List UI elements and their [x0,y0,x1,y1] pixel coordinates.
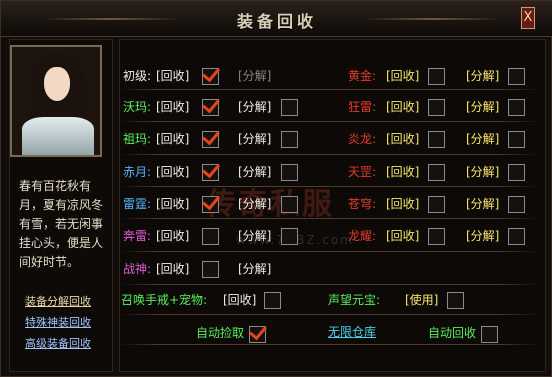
decompose-checkbox[interactable] [281,131,298,148]
recycle-action[interactable]: [回收] [386,195,419,212]
recycle-action[interactable]: [回收] [156,195,189,212]
recycle-checkbox[interactable] [428,68,445,85]
row-divider [119,344,539,345]
decompose-checkbox[interactable] [508,131,525,148]
unlimited-warehouse-link[interactable]: 无限仓库 [328,323,376,340]
category-label: 黄金: [348,69,377,83]
recycle-action[interactable]: [回收] [156,163,189,180]
recycle-window: 装备回收 X 春有百花秋有月，夏有凉风冬有雪，若无闲事挂心头，便是人间好时节。 … [0,0,552,377]
decompose-action[interactable]: [分解] [238,260,271,277]
auto-recycle-label: 自动回收 [428,326,477,340]
portrait-face [44,67,70,101]
recycle-action[interactable]: [回收] [156,130,189,147]
decompose-checkbox[interactable] [508,196,525,213]
recycle-checkbox[interactable] [202,228,219,245]
recycle-checkbox[interactable] [428,99,445,116]
recycle-checkbox[interactable] [202,261,219,278]
category-label: 天罡: [348,165,377,179]
decompose-checkbox[interactable] [508,164,525,181]
row-divider [119,218,539,219]
window-title: 装备回收 [236,12,317,31]
decompose-action[interactable]: [分解] [466,163,499,180]
prestige-label: 声望元宝: [328,293,381,307]
link-advanced-recycle[interactable]: 高级装备回收 [25,335,91,351]
recycle-action[interactable]: [回收] [386,227,419,244]
recycle-checkbox[interactable] [428,196,445,213]
auto-recycle-checkbox[interactable] [481,326,498,343]
row-divider [119,121,539,122]
decompose-action[interactable]: [分解] [466,67,499,84]
decompose-action[interactable]: [分解] [238,195,271,212]
title-bar[interactable]: 装备回收 X [1,1,552,37]
recycle-action[interactable]: [回收] [386,163,419,180]
recycle-action[interactable]: [回收] [386,67,419,84]
recycle-checkbox[interactable] [202,159,220,181]
category-label: 苍穹: [348,197,377,211]
recycle-action[interactable]: [回收] [156,227,189,244]
recycle-checkbox[interactable] [202,94,220,116]
decompose-action[interactable]: [分解] [238,130,271,147]
close-button[interactable]: X [521,7,535,29]
row-divider [119,314,539,315]
summon-checkbox[interactable] [264,292,281,309]
summon-label: 召唤手戒+宠物: [121,293,208,307]
decompose-action[interactable]: [分解] [238,227,271,244]
recycle-checkbox[interactable] [428,131,445,148]
auto-pickup-checkbox[interactable] [249,321,267,343]
recycle-checkbox[interactable] [202,63,220,85]
character-portrait [10,45,102,157]
decompose-checkbox[interactable] [281,196,298,213]
decompose-action[interactable]: [分解] [466,98,499,115]
summon-recycle-action[interactable]: [回收] [223,291,256,308]
decompose-checkbox[interactable] [281,228,298,245]
decompose-checkbox[interactable] [281,164,298,181]
title-decoration-right [363,18,503,20]
auto-pickup-label: 自动捡取 [196,326,245,340]
recycle-checkbox[interactable] [428,228,445,245]
row-divider [119,284,539,285]
link-special-recycle[interactable]: 特殊神装回收 [25,314,91,330]
category-label: 初级: [123,69,152,83]
category-label: 龙耀: [348,229,377,243]
decompose-action: [分解] [238,69,272,83]
recycle-checkbox[interactable] [202,126,220,148]
decompose-checkbox[interactable] [508,99,525,116]
prestige-use-action[interactable]: [使用] [405,291,438,308]
category-label: 奔雷: [123,229,152,243]
category-label: 赤月: [123,165,152,179]
row-divider [119,251,539,252]
recycle-action[interactable]: [回收] [386,130,419,147]
recycle-checkbox[interactable] [428,164,445,181]
category-label: 祖玛: [123,132,152,146]
row-divider [119,186,539,187]
decompose-action[interactable]: [分解] [466,227,499,244]
recycle-action[interactable]: [回收] [156,67,189,84]
decompose-checkbox[interactable] [508,68,525,85]
category-label: 炎龙: [348,132,377,146]
category-label: 雷霆: [123,197,152,211]
recycle-checkbox[interactable] [202,191,220,213]
category-label: 沃玛: [123,100,152,114]
category-label: 战神: [123,262,152,276]
poem-text: 春有百花秋有月，夏有凉风冬有雪，若无闲事挂心头，便是人间好时节。 [19,179,104,269]
row-divider [119,89,539,90]
recycle-action[interactable]: [回收] [386,98,419,115]
category-label: 狂雷: [348,100,377,114]
decompose-action[interactable]: [分解] [238,98,271,115]
decompose-checkbox[interactable] [508,228,525,245]
decompose-action[interactable]: [分解] [238,163,271,180]
portrait-clothing [22,117,94,155]
recycle-action[interactable]: [回收] [156,98,189,115]
decompose-checkbox[interactable] [281,99,298,116]
decompose-action[interactable]: [分解] [466,130,499,147]
link-equipment-decompose[interactable]: 装备分解回收 [25,293,91,309]
recycle-action[interactable]: [回收] [156,260,189,277]
decompose-action[interactable]: [分解] [466,195,499,212]
prestige-checkbox[interactable] [447,292,464,309]
row-divider [119,154,539,155]
